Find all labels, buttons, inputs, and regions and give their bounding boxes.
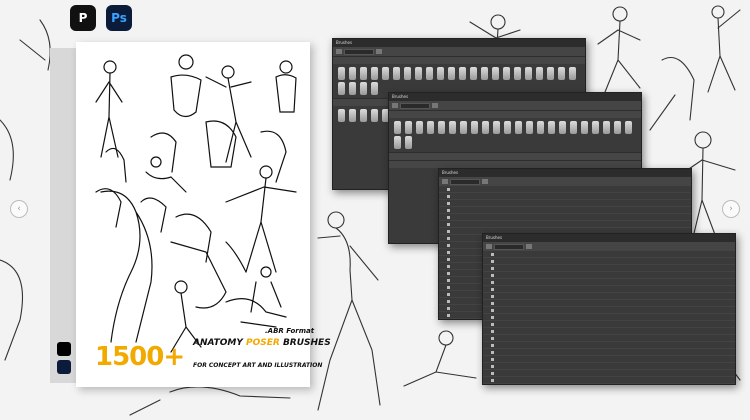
product-name-suffix: BRUSHES [279,338,331,348]
search-field[interactable] [450,178,480,185]
procreate-app-badge: P [70,5,96,31]
brushes-panel-window-4[interactable]: Brushes [482,233,736,385]
new-brush-icon[interactable] [482,179,488,184]
brush-group[interactable] [389,152,641,160]
chevron-right-icon: › [729,204,733,214]
box-figure-illustrations [95,54,297,353]
brush-size-icon[interactable] [442,179,448,184]
window-titlebar[interactable]: Brushes [483,234,735,242]
product-name-prefix: ANATOMY [193,338,246,348]
window-titlebar[interactable]: Brushes [333,39,585,47]
brush-size-icon[interactable] [392,103,398,108]
window-toolbar [333,47,585,56]
search-field[interactable] [494,243,524,250]
box-procreate-icon [57,342,71,356]
photoshop-app-badge: Ps [106,5,132,31]
window-toolbar [483,242,735,251]
brush-size-icon[interactable] [486,244,492,249]
procreate-icon: P [78,11,88,25]
search-field[interactable] [400,102,430,109]
window-titlebar[interactable]: Brushes [439,169,691,177]
new-brush-icon[interactable] [526,244,532,249]
product-name-highlight: POSER [246,338,280,348]
window-titlebar[interactable]: Brushes [389,93,641,101]
next-slide-button[interactable]: › [722,200,740,218]
product-box-side [50,48,77,383]
window-toolbar [389,101,641,110]
prev-slide-button[interactable]: ‹ [10,200,28,218]
brush-thumbnails [389,118,641,152]
product-tagline: FOR CONCEPT ART AND ILLUSTRATION [193,362,323,369]
brush-group[interactable] [389,110,641,118]
new-brush-icon[interactable] [432,103,438,108]
product-format: .ABR Format [265,327,315,335]
brush-size-icon[interactable] [336,49,342,54]
search-field[interactable] [344,48,374,55]
photoshop-icon: Ps [111,11,127,25]
box-photoshop-icon [57,360,71,374]
brush-group[interactable] [389,160,641,168]
window-toolbar [439,177,691,186]
product-name: ANATOMY POSER BRUSHES [193,338,331,348]
product-box-front [57,42,310,387]
brush-group[interactable] [333,56,585,64]
product-count: 1500+ [95,342,185,372]
new-brush-icon[interactable] [376,49,382,54]
chevron-left-icon: ‹ [17,204,21,214]
brush-group-list [483,251,735,384]
